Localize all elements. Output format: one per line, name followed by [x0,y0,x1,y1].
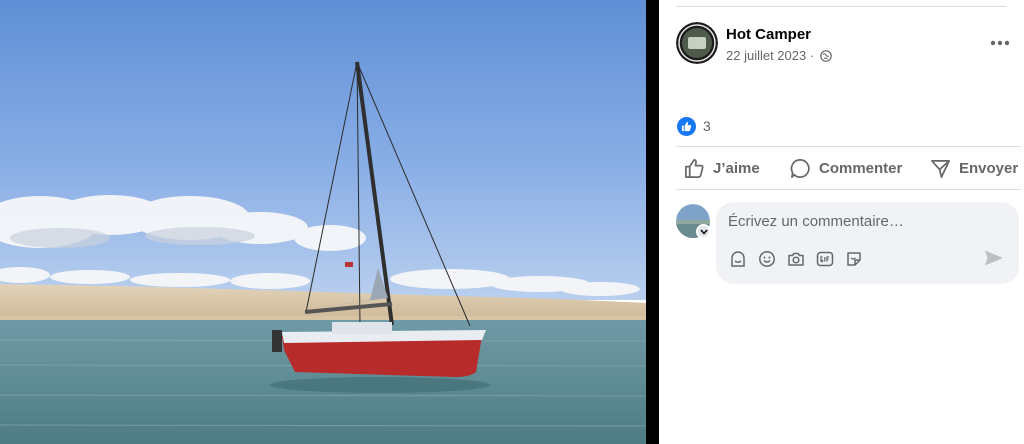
comment-label: Commenter [819,159,903,177]
media-divider [646,0,659,444]
sailboat-photo [0,0,646,444]
send-icon [931,159,950,178]
comment-button[interactable]: Commenter [790,147,902,189]
more-options-icon[interactable] [982,32,1018,54]
like-icon [677,116,696,136]
send-comment-icon[interactable] [984,249,1006,269]
post-photo[interactable] [0,0,646,444]
post-panel: Hot Camper 22 juillet 2023 · 3 J’aime Co… [659,0,1024,444]
share-label: Envoyer [959,159,1019,177]
reaction-summary[interactable]: 3 [677,115,711,137]
comment-bubble-icon [790,158,810,178]
comment-box[interactable]: Écrivez un commentaire… [716,202,1019,284]
like-label: J’aime [713,159,760,177]
emoji-icon[interactable] [758,250,776,268]
camera-icon[interactable] [787,250,805,268]
action-bar: J’aime Commenter Envoyer [676,146,1021,190]
page-name[interactable]: Hot Camper [726,26,811,43]
post-date-line: 22 juillet 2023 · [726,48,832,65]
share-button[interactable]: Envoyer [930,147,1018,189]
gif-icon[interactable] [816,250,834,268]
avatar-sticker-icon[interactable] [729,250,747,268]
chevron-down-icon[interactable] [696,224,711,239]
comment-tools [729,250,863,268]
post-header: Hot Camper 22 juillet 2023 · [676,22,1021,68]
post-date[interactable]: 22 juillet 2023 · [726,48,814,63]
top-rule [676,6,1006,7]
page-avatar[interactable] [676,22,718,64]
like-button[interactable]: J’aime [684,147,760,189]
globe-icon [819,50,832,65]
sticker-icon[interactable] [845,250,863,268]
comment-composer: Écrivez un commentaire… [676,202,1021,288]
thumbs-up-icon [685,158,704,178]
comment-input[interactable]: Écrivez un commentaire… [728,213,904,230]
reaction-count: 3 [703,118,711,134]
